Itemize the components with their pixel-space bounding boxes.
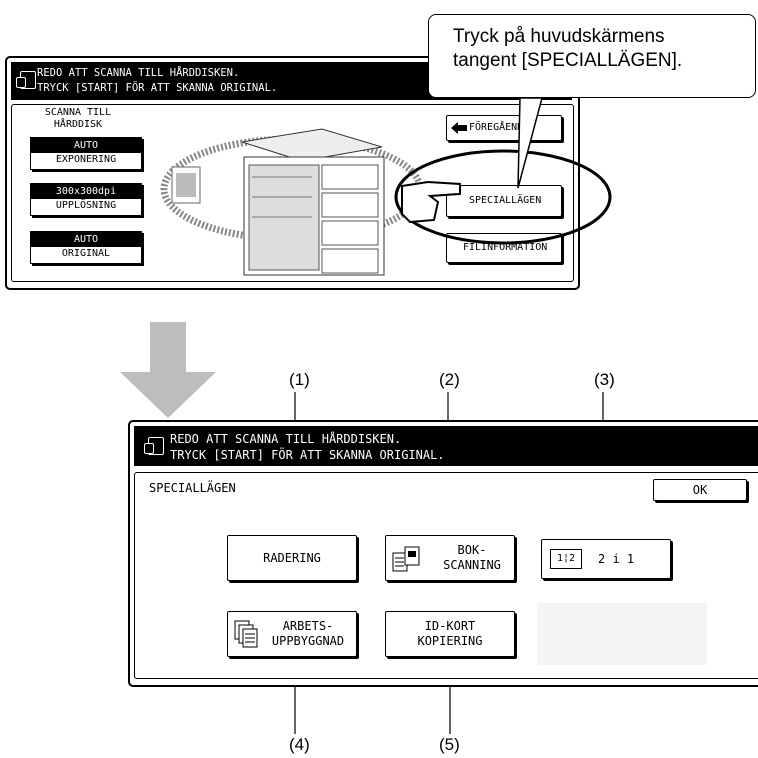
- two-in-one-icon: 1¦2: [550, 549, 582, 569]
- message-line-1: REDO ATT SCANNA TILL HÅRDDISKEN.: [170, 432, 402, 446]
- message-bar: REDO ATT SCANNA TILL HÅRDDISKEN. TRYCK […: [134, 426, 758, 466]
- id-card-line-2: KOPIERING: [417, 634, 483, 648]
- panel-icon: [144, 437, 164, 455]
- book-scanning-line-2: SCANNING: [443, 558, 501, 572]
- id-card-line-1: ID-KORT: [424, 619, 476, 633]
- job-build-button[interactable]: ARBETS- UPPBYGGNAD: [227, 611, 357, 657]
- empty-slot: [537, 603, 707, 665]
- job-build-line-1: ARBETS-: [282, 619, 334, 633]
- message-line-2: TRYCK [START] FÖR ATT SKANNA ORIGINAL.: [170, 448, 445, 462]
- special-modes-screen: REDO ATT SCANNA TILL HÅRDDISKEN. TRYCK […: [128, 420, 758, 687]
- job-build-line-2: UPPBYGGNAD: [271, 634, 345, 648]
- book-scan-icon: [392, 546, 420, 572]
- book-scanning-line-1: BOK-: [457, 543, 487, 557]
- erase-button[interactable]: RADERING: [227, 535, 357, 581]
- two-in-one-label: 2 i 1: [598, 552, 635, 566]
- id-card-copy-button[interactable]: ID-KORT KOPIERING: [385, 611, 515, 657]
- page-title: SPECIALLÄGEN: [149, 481, 236, 495]
- job-build-icon: [234, 620, 258, 648]
- book-scanning-button[interactable]: BOK- SCANNING: [385, 535, 515, 581]
- special-modes-panel: SPECIALLÄGEN OK RADERING BOK- SCANNING 1…: [134, 472, 758, 679]
- ok-button[interactable]: OK: [653, 479, 747, 501]
- two-in-one-button[interactable]: 1¦2 2 i 1: [541, 539, 671, 579]
